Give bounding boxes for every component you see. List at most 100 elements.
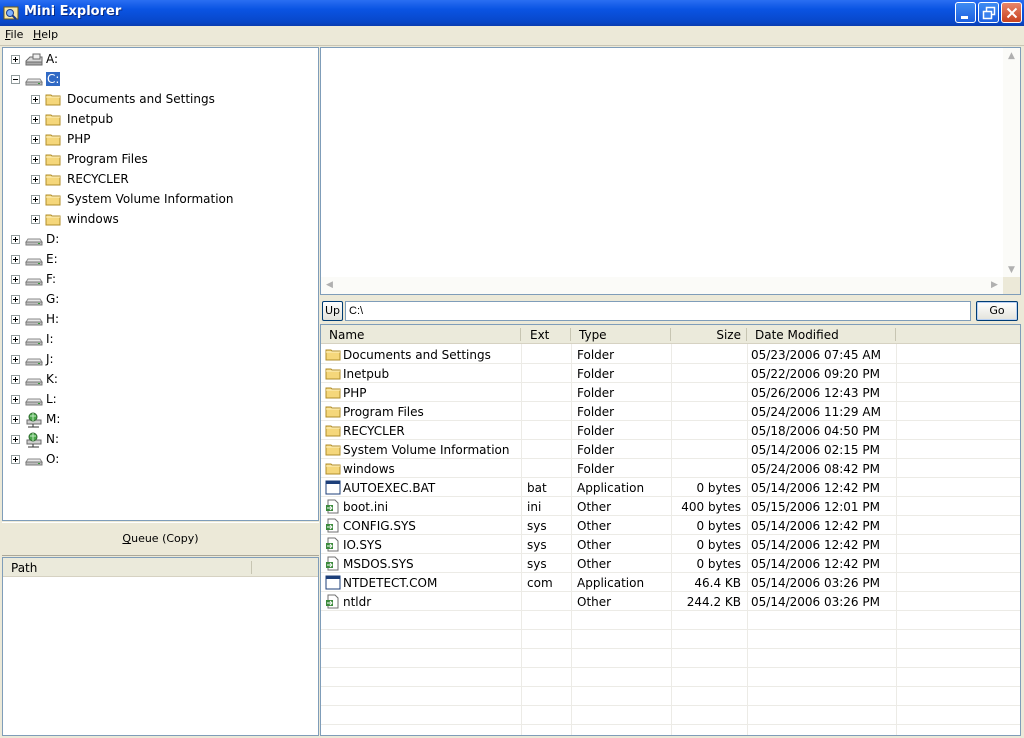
expand-icon[interactable] [11, 335, 20, 344]
generic-file-icon [325, 537, 341, 552]
expand-icon[interactable] [11, 235, 20, 244]
collapse-icon[interactable] [11, 75, 20, 84]
expand-icon[interactable] [11, 435, 20, 444]
folder-tree[interactable]: A: C: Documents and Settings Inetpub PHP Prog… [2, 47, 319, 521]
file-row[interactable]: AUTOEXEC.BAT bat Application 05/14/2006 12:… [321, 478, 1020, 497]
expand-icon[interactable] [31, 135, 40, 144]
expand-icon[interactable] [11, 315, 20, 324]
file-row[interactable]: windows Folder 05/24/2006 08:42 PM [321, 459, 1020, 478]
file-row[interactable]: PHP Folder 05/26/2006 12:43 PM [321, 383, 1020, 402]
expand-icon[interactable] [11, 415, 20, 424]
tree-item-drive[interactable]: D: [3, 230, 318, 250]
file-row[interactable]: NTDETECT.COM com Application 05/14/2006 03:… [321, 573, 1020, 592]
expand-icon[interactable] [31, 195, 40, 204]
restore-button[interactable] [978, 2, 999, 23]
tree-item-folder[interactable]: Inetpub [3, 110, 318, 130]
title-bar[interactable]: Mini Explorer [0, 0, 1024, 26]
tree-item-folder[interactable]: Documents and Settings [3, 90, 318, 110]
file-type: Folder [577, 367, 615, 381]
column-separator[interactable] [520, 328, 521, 341]
tree-item-drive[interactable]: A: [3, 50, 318, 70]
path-input[interactable] [345, 301, 971, 321]
tree-item-drive[interactable]: O: [3, 450, 318, 470]
file-row[interactable]: ntldr Other 05/14/2006 03:26 PM 244.2 KB [321, 592, 1020, 611]
file-row[interactable]: Program Files Folder 05/24/2006 11:29 AM [321, 402, 1020, 421]
file-date-modified: 05/24/2006 11:29 AM [751, 405, 881, 419]
close-button[interactable] [1001, 2, 1022, 23]
go-button[interactable]: Go [976, 301, 1018, 321]
scroll-right-arrow-icon[interactable]: ▶ [986, 277, 1003, 294]
tree-item-drive[interactable]: K: [3, 370, 318, 390]
column-type[interactable]: Type [579, 328, 607, 342]
tree-item-folder[interactable]: RECYCLER [3, 170, 318, 190]
minimize-button[interactable] [955, 2, 976, 23]
expand-icon[interactable] [31, 215, 40, 224]
expand-icon[interactable] [11, 295, 20, 304]
generic-file-icon [325, 556, 341, 571]
tree-item-folder[interactable]: windows [3, 210, 318, 230]
tree-item-drive[interactable]: H: [3, 310, 318, 330]
column-separator[interactable] [570, 328, 571, 341]
column-separator[interactable] [895, 328, 896, 341]
scroll-left-arrow-icon[interactable]: ◀ [321, 277, 338, 294]
column-ext[interactable]: Ext [530, 328, 549, 342]
file-type: Folder [577, 443, 615, 457]
column-separator[interactable] [746, 328, 747, 341]
queue-list[interactable]: Path [2, 557, 319, 736]
tree-item-drive[interactable]: N: [3, 430, 318, 450]
file-row[interactable]: Documents and Settings Folder 05/23/2006 0… [321, 345, 1020, 364]
column-date-modified[interactable]: Date Modified [755, 328, 839, 342]
tree-item-drive[interactable]: M: [3, 410, 318, 430]
tree-item-drive[interactable]: E: [3, 250, 318, 270]
queue-copy-button[interactable]: Queue (Copy) [2, 522, 319, 556]
file-list[interactable]: Name Ext Type Size Date Modified Documen… [320, 324, 1021, 736]
folder-icon [325, 385, 341, 400]
folder-icon [45, 212, 63, 228]
tree-item-drive[interactable]: F: [3, 270, 318, 290]
tree-item-folder[interactable]: System Volume Information [3, 190, 318, 210]
folder-icon [325, 461, 341, 476]
tree-item-drive[interactable]: C: [3, 70, 318, 90]
tree-item-drive[interactable]: I: [3, 330, 318, 350]
queue-column-path[interactable]: Path [11, 561, 37, 575]
tree-item-drive[interactable]: J: [3, 350, 318, 370]
file-row[interactable]: CONFIG.SYS sys Other 05/14/2006 12:42 PM 0 b… [321, 516, 1020, 535]
column-separator[interactable] [670, 328, 671, 341]
expand-icon[interactable] [11, 395, 20, 404]
expand-icon[interactable] [31, 115, 40, 124]
column-size[interactable]: Size [716, 328, 741, 342]
file-size: 400 bytes [681, 500, 741, 514]
preview-pane[interactable]: ▲ ▼ ◀ ▶ [320, 47, 1021, 295]
expand-icon[interactable] [31, 95, 40, 104]
hard-drive-icon [25, 292, 43, 308]
up-button[interactable]: Up [322, 301, 343, 321]
hard-drive-icon [25, 252, 43, 268]
expand-icon[interactable] [11, 455, 20, 464]
expand-icon[interactable] [11, 375, 20, 384]
tree-item-folder[interactable]: PHP [3, 130, 318, 150]
tree-item-drive[interactable]: G: [3, 290, 318, 310]
menu-help[interactable]: Help [33, 28, 58, 41]
expand-icon[interactable] [31, 155, 40, 164]
preview-horizontal-scrollbar[interactable]: ◀ ▶ [321, 277, 1003, 294]
file-row[interactable]: RECYCLER Folder 05/18/2006 04:50 PM [321, 421, 1020, 440]
file-row[interactable]: MSDOS.SYS sys Other 05/14/2006 12:42 PM 0 by… [321, 554, 1020, 573]
expand-icon[interactable] [11, 255, 20, 264]
scroll-up-arrow-icon[interactable]: ▲ [1003, 48, 1020, 65]
column-name[interactable]: Name [329, 328, 364, 342]
expand-icon[interactable] [11, 275, 20, 284]
file-type: Application [577, 481, 645, 495]
window-title: Mini Explorer [24, 4, 122, 19]
menu-file[interactable]: File [5, 28, 23, 41]
file-row[interactable]: IO.SYS sys Other 05/14/2006 12:42 PM 0 bytes [321, 535, 1020, 554]
file-row[interactable]: boot.ini ini Other 05/15/2006 12:01 PM 400 b… [321, 497, 1020, 516]
tree-item-drive[interactable]: L: [3, 390, 318, 410]
expand-icon[interactable] [31, 175, 40, 184]
tree-item-folder[interactable]: Program Files [3, 150, 318, 170]
preview-vertical-scrollbar[interactable]: ▲ ▼ [1003, 48, 1020, 279]
expand-icon[interactable] [11, 55, 20, 64]
file-row[interactable]: Inetpub Folder 05/22/2006 09:20 PM [321, 364, 1020, 383]
file-row[interactable]: System Volume Information Folder 05/14/200… [321, 440, 1020, 459]
queue-column-separator[interactable] [251, 561, 252, 574]
expand-icon[interactable] [11, 355, 20, 364]
